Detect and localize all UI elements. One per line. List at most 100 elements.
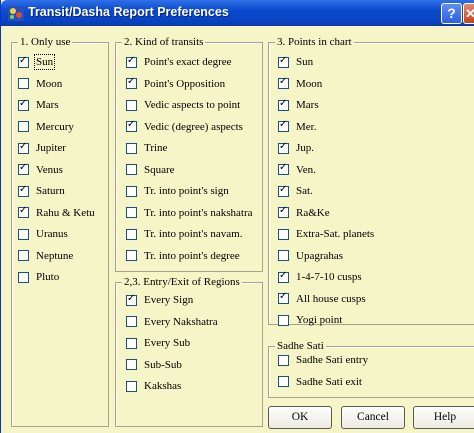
checkbox-sadhe-sati-0[interactable]: Sadhe Sati entry bbox=[278, 352, 368, 368]
checkbox-box[interactable] bbox=[126, 337, 137, 349]
title-bar[interactable]: Transit/Dasha Report Preferences ? ✕ bbox=[1, 0, 474, 26]
checkbox-box[interactable] bbox=[126, 119, 137, 132]
checkbox-entry-exit-4[interactable]: Kakshas bbox=[126, 378, 181, 394]
checkbox-box[interactable] bbox=[126, 76, 137, 89]
checkbox-only-use-5[interactable]: Venus bbox=[18, 162, 63, 178]
checkbox-box[interactable] bbox=[126, 207, 137, 218]
checkbox-box[interactable] bbox=[278, 55, 289, 68]
checkbox-points-in-chart-11[interactable]: All house cusps bbox=[278, 291, 366, 307]
checkbox-label: Sat. bbox=[296, 185, 313, 197]
checkbox-points-in-chart-7[interactable]: Ra&Ke bbox=[278, 205, 330, 221]
checkbox-label: 1-4-7-10 cusps bbox=[296, 271, 362, 283]
checkbox-box[interactable] bbox=[126, 316, 137, 327]
checkbox-entry-exit-2[interactable]: Every Sub bbox=[126, 335, 190, 351]
checkbox-points-in-chart-9[interactable]: Upagrahas bbox=[278, 248, 343, 264]
checkbox-points-in-chart-0[interactable]: Sun bbox=[278, 54, 313, 70]
checkbox-box[interactable] bbox=[278, 98, 289, 111]
checkbox-points-in-chart-6[interactable]: Sat. bbox=[278, 183, 313, 199]
checkbox-box[interactable] bbox=[126, 228, 137, 240]
checkbox-box[interactable] bbox=[278, 184, 289, 197]
checkbox-box[interactable] bbox=[126, 359, 137, 370]
checkbox-box[interactable] bbox=[278, 119, 289, 132]
checkbox-box[interactable] bbox=[126, 250, 137, 261]
checkbox-label: Upagrahas bbox=[296, 249, 344, 262]
checkbox-box[interactable] bbox=[18, 121, 29, 132]
checkbox-label: Tr. into point's navam. bbox=[144, 228, 243, 240]
checkbox-box[interactable] bbox=[18, 271, 29, 283]
checkbox-only-use-8[interactable]: Uranus bbox=[18, 226, 68, 242]
checkbox-label: Mercury bbox=[36, 120, 74, 133]
checkbox-box[interactable] bbox=[278, 76, 289, 89]
checkbox-box[interactable] bbox=[18, 78, 29, 89]
checkbox-box[interactable] bbox=[278, 250, 289, 261]
checkbox-only-use-4[interactable]: Jupiter bbox=[18, 140, 66, 156]
checkbox-kind-of-transits-9[interactable]: Tr. into point's degree bbox=[126, 248, 240, 264]
checkbox-points-in-chart-5[interactable]: Ven. bbox=[278, 162, 316, 178]
checkbox-points-in-chart-12[interactable]: Yogi point bbox=[278, 312, 342, 328]
checkbox-sadhe-sati-1[interactable]: Sadhe Sati exit bbox=[278, 374, 362, 390]
checkbox-kind-of-transits-8[interactable]: Tr. into point's navam. bbox=[126, 226, 242, 242]
checkbox-kind-of-transits-1[interactable]: Point's Opposition bbox=[126, 76, 225, 92]
checkbox-points-in-chart-2[interactable]: Mars bbox=[278, 97, 319, 113]
checkbox-box[interactable] bbox=[278, 205, 289, 218]
checkbox-box[interactable] bbox=[278, 162, 289, 175]
help-button[interactable]: Help bbox=[413, 406, 474, 429]
checkbox-label: Every Sub bbox=[144, 337, 191, 349]
checkbox-box[interactable] bbox=[18, 250, 29, 261]
checkbox-box[interactable] bbox=[278, 270, 289, 283]
checkbox-box[interactable] bbox=[18, 98, 29, 111]
checkbox-box[interactable] bbox=[18, 162, 29, 175]
checkbox-box[interactable] bbox=[126, 185, 137, 197]
checkbox-box[interactable] bbox=[278, 228, 289, 240]
checkbox-kind-of-transits-5[interactable]: Square bbox=[126, 162, 175, 178]
cancel-button[interactable]: Cancel bbox=[341, 406, 405, 429]
group-points-in-chart: 3. Points in chart Sun Moon Mars Mer. Jup. Ve… bbox=[268, 36, 474, 328]
checkbox-box[interactable] bbox=[126, 164, 137, 175]
checkbox-kind-of-transits-4[interactable]: Trine bbox=[126, 140, 167, 156]
checkbox-box[interactable] bbox=[18, 184, 29, 197]
checkbox-only-use-10[interactable]: Pluto bbox=[18, 269, 59, 285]
checkbox-box[interactable] bbox=[126, 55, 137, 68]
checkbox-points-in-chart-8[interactable]: Extra-Sat. planets bbox=[278, 226, 374, 242]
checkbox-only-use-2[interactable]: Mars bbox=[18, 97, 59, 113]
checkbox-label: Kakshas bbox=[144, 380, 182, 392]
checkbox-only-use-1[interactable]: Moon bbox=[18, 76, 62, 92]
checkbox-box[interactable] bbox=[18, 228, 29, 240]
checkbox-only-use-6[interactable]: Saturn bbox=[18, 183, 65, 199]
checkbox-box[interactable] bbox=[278, 354, 289, 366]
checkbox-box[interactable] bbox=[278, 291, 289, 304]
group-sadhe-sati: Sadhe Sati Sadhe Sati entry Sadhe Sati ex… bbox=[268, 340, 474, 398]
checkbox-only-use-7[interactable]: Rahu & Ketu bbox=[18, 205, 95, 221]
checkbox-box[interactable] bbox=[278, 141, 289, 154]
group-entry-exit-title: 2,3. Entry/Exit of Regions bbox=[122, 276, 242, 288]
close-icon[interactable]: ✕ bbox=[463, 3, 474, 24]
checkbox-points-in-chart-10[interactable]: 1-4-7-10 cusps bbox=[278, 269, 362, 285]
checkbox-points-in-chart-1[interactable]: Moon bbox=[278, 76, 322, 92]
checkbox-only-use-0[interactable]: Sun bbox=[18, 54, 56, 70]
checkbox-box[interactable] bbox=[278, 314, 289, 326]
checkbox-label: Tr. into point's nakshatra bbox=[144, 206, 253, 219]
checkbox-only-use-3[interactable]: Mercury bbox=[18, 119, 74, 135]
checkbox-box[interactable] bbox=[126, 293, 137, 306]
checkbox-box[interactable] bbox=[18, 141, 29, 154]
checkbox-kind-of-transits-6[interactable]: Tr. into point's sign bbox=[126, 183, 229, 199]
checkbox-label: Sub-Sub bbox=[144, 358, 182, 371]
checkbox-box[interactable] bbox=[278, 376, 289, 387]
checkbox-kind-of-transits-3[interactable]: Vedic (degree) aspects bbox=[126, 119, 243, 135]
checkbox-box[interactable] bbox=[18, 205, 29, 218]
checkbox-only-use-9[interactable]: Neptune bbox=[18, 248, 73, 264]
checkbox-entry-exit-0[interactable]: Every Sign bbox=[126, 292, 193, 308]
checkbox-kind-of-transits-0[interactable]: Point's exact degree bbox=[126, 54, 232, 70]
checkbox-points-in-chart-3[interactable]: Mer. bbox=[278, 119, 316, 135]
ok-button[interactable]: OK bbox=[268, 406, 332, 429]
checkbox-box[interactable] bbox=[18, 55, 29, 68]
help-icon[interactable]: ? bbox=[441, 3, 462, 24]
checkbox-box[interactable] bbox=[126, 99, 137, 111]
checkbox-box[interactable] bbox=[126, 380, 137, 392]
checkbox-kind-of-transits-7[interactable]: Tr. into point's nakshatra bbox=[126, 205, 253, 221]
checkbox-kind-of-transits-2[interactable]: Vedic aspects to point bbox=[126, 97, 240, 113]
checkbox-entry-exit-1[interactable]: Every Nakshatra bbox=[126, 314, 218, 330]
checkbox-entry-exit-3[interactable]: Sub-Sub bbox=[126, 357, 182, 373]
checkbox-points-in-chart-4[interactable]: Jup. bbox=[278, 140, 314, 156]
checkbox-box[interactable] bbox=[126, 142, 137, 154]
